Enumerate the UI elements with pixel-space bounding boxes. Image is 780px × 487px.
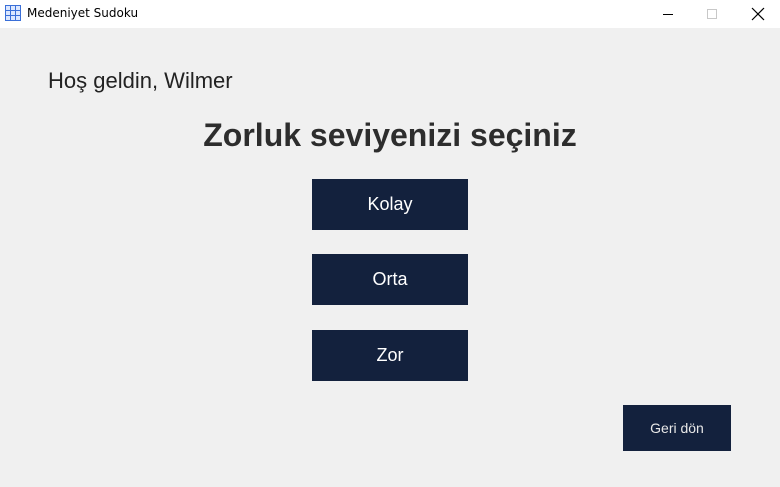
- greeting-text: Hoş geldin, Wilmer: [48, 68, 233, 93]
- page-title: Zorluk seviyenizi seçiniz: [203, 117, 577, 153]
- easy-level-button[interactable]: Kolay: [312, 179, 468, 230]
- window-title: Medeniyet Sudoku: [27, 6, 139, 20]
- maximize-button[interactable]: [690, 0, 734, 28]
- hard-level-button[interactable]: Zor: [312, 330, 468, 381]
- maximize-icon: [707, 9, 717, 19]
- minimize-button[interactable]: [646, 0, 690, 28]
- sudoku-grid-icon: [5, 5, 21, 21]
- medium-level-button[interactable]: Orta: [312, 254, 468, 305]
- app-window: Medeniyet Sudoku Hoş geldin, Wilmer Zorl…: [0, 0, 780, 487]
- minimize-icon: [663, 14, 673, 15]
- close-icon: [751, 7, 765, 21]
- close-button[interactable]: [736, 0, 780, 28]
- back-button[interactable]: Geri dön: [623, 405, 731, 451]
- title-bar: Medeniyet Sudoku: [0, 0, 780, 28]
